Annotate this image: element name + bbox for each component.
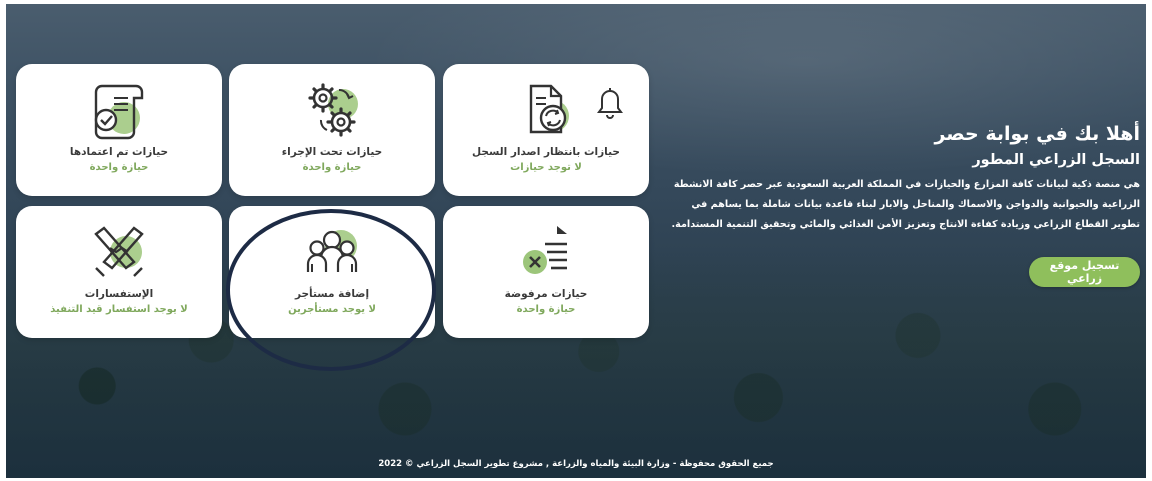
welcome-description: هي منصة ذكية لبيانات كافة المزارع والحيا… [671,179,1140,230]
pending-record-icon [443,78,649,144]
card-count: حيازة واحدة [302,162,362,173]
card-count: لا يوجد مستأجرين [288,304,376,315]
rejected-list-icon [443,220,649,286]
footer-copyright: جميع الحقوق محفوظة - وزارة البيئة والميا… [378,459,774,469]
card-count: لا يوجد استفسار قيد التنفيذ [50,304,188,315]
card-title: إضافة مستأجر [294,288,370,300]
card-approved-holdings[interactable]: حيازات تم اعتمادها حيازة واحدة [16,64,222,196]
approved-document-icon [16,78,222,144]
card-count: حيازة واحدة [89,162,149,173]
card-title: الإستفسارات [84,288,154,300]
welcome-title: أهلا بك في بوابة حصر [934,123,1140,145]
handshake-inquiries-icon [16,220,222,286]
card-title: حيازات تحت الإجراء [281,146,383,158]
card-title: حيازات بانتظار اصدار السجل [472,146,620,158]
card-count: حيازة واحدة [516,304,576,315]
card-title: حيازات مرفوضة [504,288,588,300]
card-rejected-holdings[interactable]: حيازات مرفوضة حيازة واحدة [443,206,649,338]
card-add-tenant[interactable]: إضافة مستأجر لا يوجد مستأجرين [229,206,435,338]
card-inquiries[interactable]: الإستفسارات لا يوجد استفسار قيد التنفيذ [16,206,222,338]
card-under-procedure[interactable]: حيازات تحت الإجراء حيازة واحدة [229,64,435,196]
register-farm-button[interactable]: تسجيل موقع زراعي [1029,257,1140,287]
card-count: لا توجد حيازات [510,162,582,173]
tenants-group-icon [229,220,435,286]
gears-process-icon [229,78,435,144]
welcome-panel: أهلا بك في بوابة حصر السجل الزراعي المطو… [670,122,1140,235]
card-title: حيازات تم اعتمادها [69,146,169,158]
welcome-subtitle: السجل الزراعي المطور [972,152,1140,168]
hero-background: حيازات تم اعتمادها حيازة واحدة حيازات تح… [6,4,1146,478]
card-awaiting-record[interactable]: حيازات بانتظار اصدار السجل لا توجد حيازا… [443,64,649,196]
